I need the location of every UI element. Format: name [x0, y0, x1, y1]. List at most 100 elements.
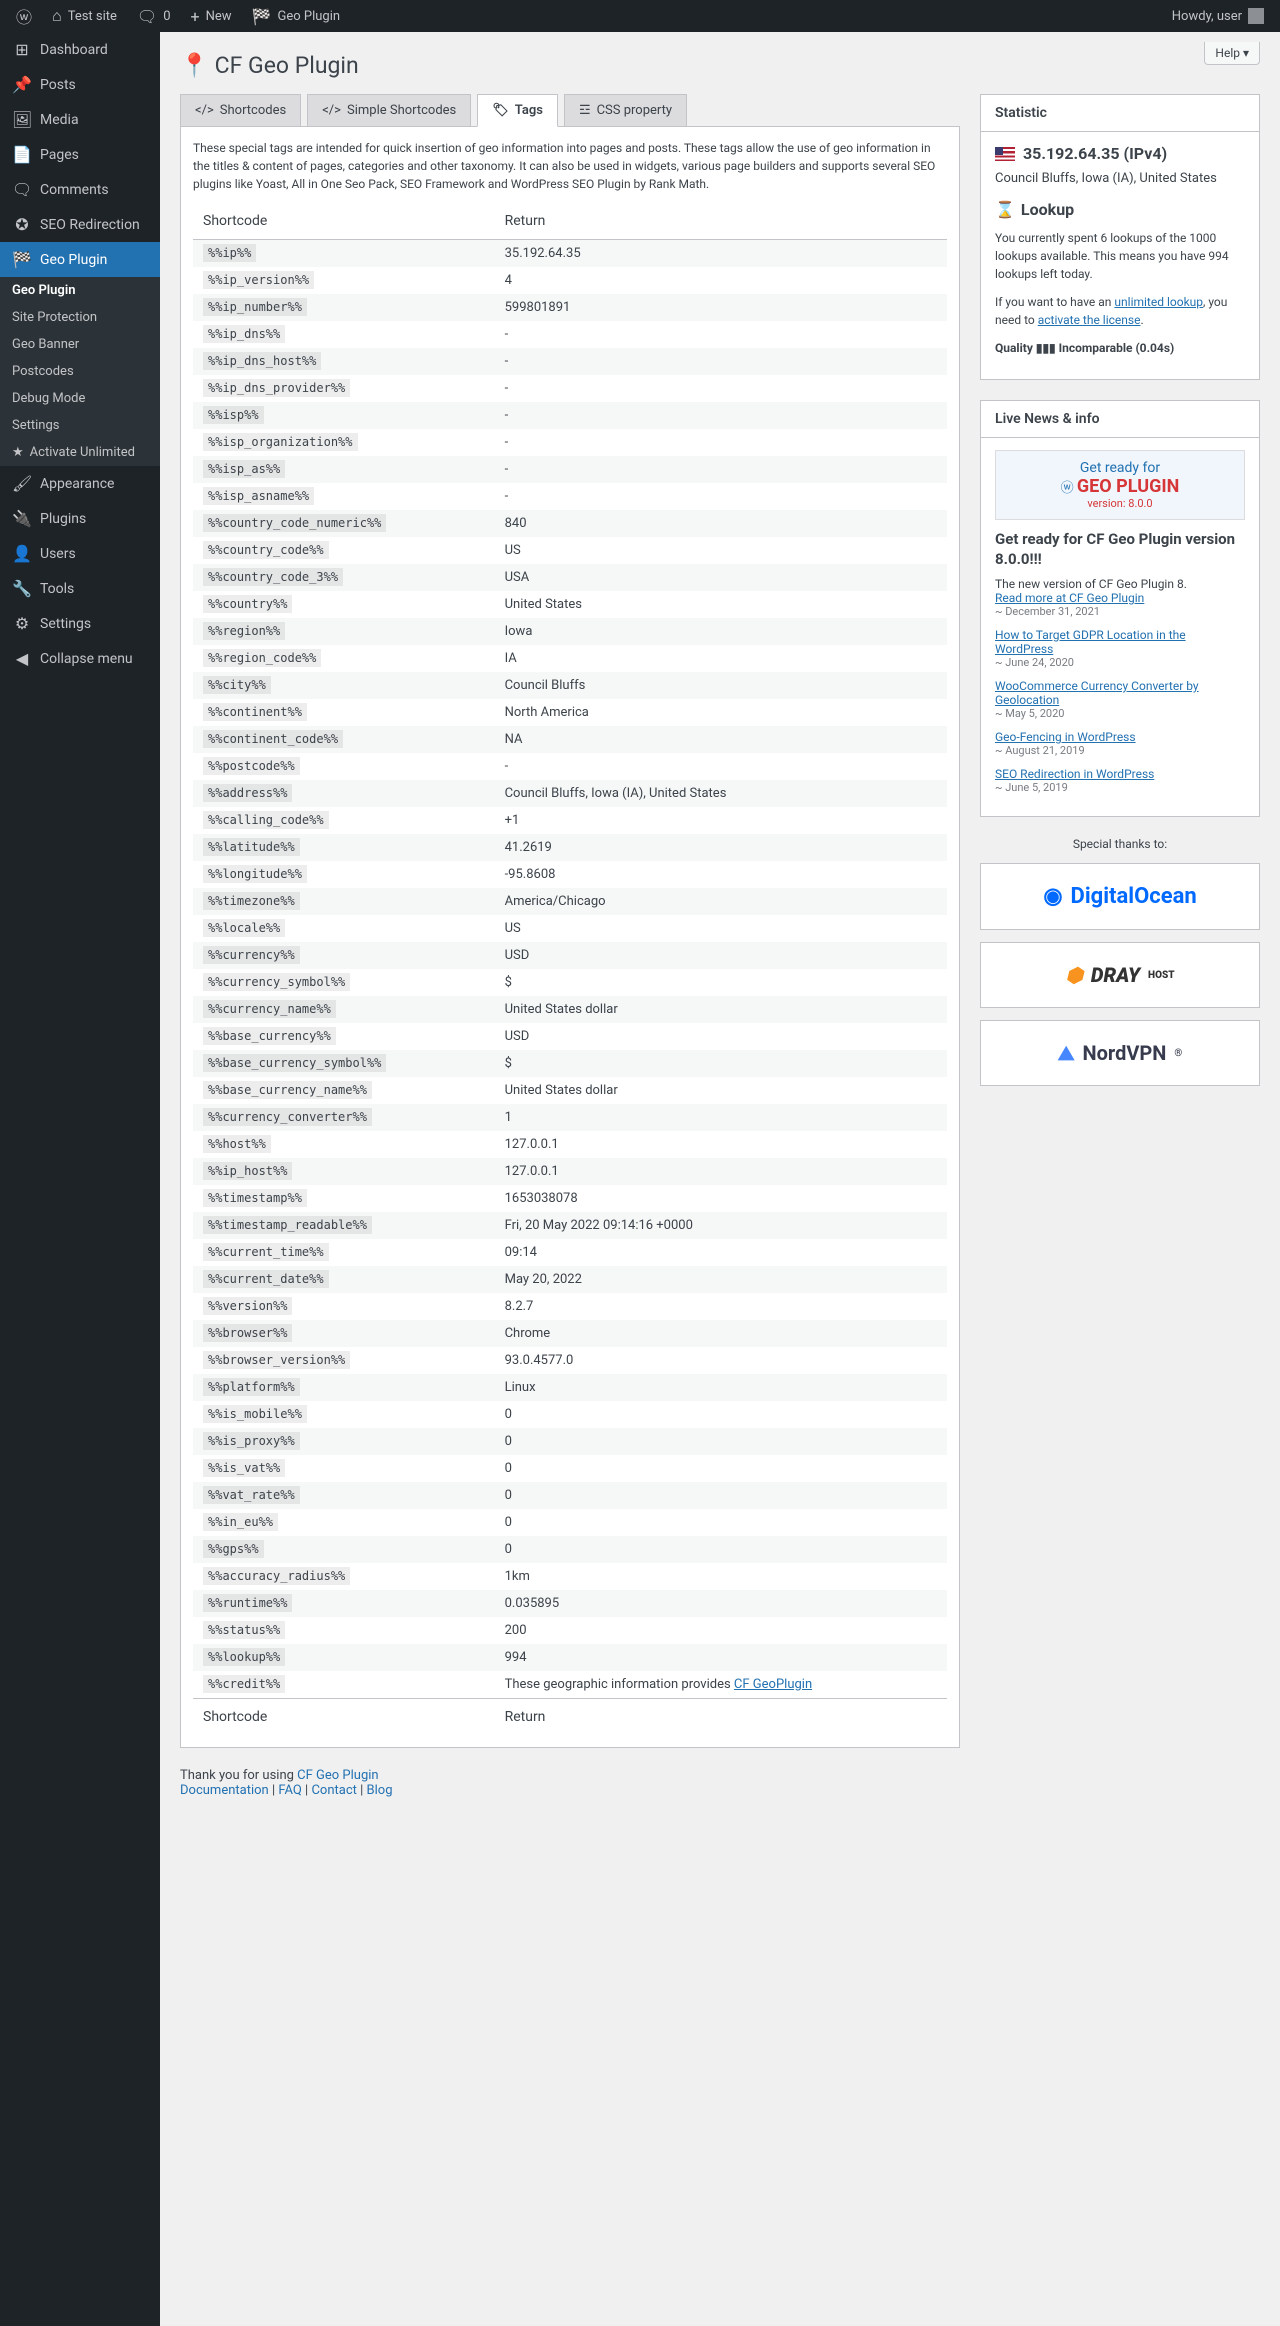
menu-settings[interactable]: ⚙Settings: [0, 606, 160, 641]
table-row: %%region%%Iowa: [193, 618, 947, 645]
shortcode-cell: %%lookup%%: [193, 1644, 495, 1671]
footer-contact-link[interactable]: Contact: [311, 1783, 356, 1798]
return-cell: 127.0.0.1: [495, 1131, 947, 1158]
shortcode-cell: %%base_currency_symbol%%: [193, 1050, 495, 1077]
footer-faq-link[interactable]: FAQ: [278, 1783, 301, 1798]
statistic-heading: Statistic: [981, 95, 1259, 132]
return-cell: America/Chicago: [495, 888, 947, 915]
unlimited-link[interactable]: unlimited lookup: [1114, 295, 1203, 309]
howdy-text: Howdy, user: [1172, 9, 1242, 24]
shortcode-cell: %%isp_asname%%: [193, 483, 495, 510]
submenu-settings[interactable]: Settings: [0, 412, 160, 439]
shortcode-cell: %%timestamp%%: [193, 1185, 495, 1212]
help-button[interactable]: Help ▾: [1204, 42, 1260, 65]
sponsor-nordvpn[interactable]: ⛰NordVPN®: [980, 1020, 1260, 1086]
wp-logo[interactable]: ⓦ: [8, 0, 40, 32]
menu-media[interactable]: 🖼Media: [0, 102, 160, 137]
news-link[interactable]: How to Target GDPR Location in the WordP…: [995, 628, 1186, 656]
comment-icon: 🗨: [137, 7, 157, 26]
return-cell: 1: [495, 1104, 947, 1131]
news-link[interactable]: WooCommerce Currency Converter by Geoloc…: [995, 679, 1199, 707]
table-row: %%isp_asname%%-: [193, 483, 947, 510]
table-row: %%in_eu%%0: [193, 1509, 947, 1536]
menu-geo[interactable]: 🏁Geo Plugin: [0, 242, 160, 277]
plus-icon: +: [191, 7, 200, 26]
table-row: %%country_code_numeric%%840: [193, 510, 947, 537]
flag-icon: 🏁: [12, 250, 32, 269]
shortcode-cell: %%calling_code%%: [193, 807, 495, 834]
activate-link[interactable]: activate the license: [1038, 313, 1141, 327]
menu-pages[interactable]: 📄Pages: [0, 137, 160, 172]
table-row: %%runtime%%0.035895: [193, 1590, 947, 1617]
main-content: Help ▾ 📍CF Geo Plugin </>Shortcodes </>S…: [160, 32, 1280, 2326]
shortcode-cell: %%accuracy_radius%%: [193, 1563, 495, 1590]
return-cell: US: [495, 915, 947, 942]
news-readmore-link[interactable]: Read more at CF Geo Plugin: [995, 591, 1144, 605]
credit-link[interactable]: CF GeoPlugin: [734, 1677, 812, 1692]
submenu-debug[interactable]: Debug Mode: [0, 385, 160, 412]
shortcode-cell: %%continent%%: [193, 699, 495, 726]
return-cell: May 20, 2022: [495, 1266, 947, 1293]
shortcode-cell: %%currency_symbol%%: [193, 969, 495, 996]
footer-plugin-link[interactable]: CF Geo Plugin: [297, 1768, 378, 1783]
sponsor-drayhost[interactable]: ⬢DRAYHOST: [980, 942, 1260, 1008]
news-link[interactable]: SEO Redirection in WordPress: [995, 767, 1154, 781]
new-link[interactable]: +New: [183, 0, 240, 32]
shortcode-cell: %%ip_host%%: [193, 1158, 495, 1185]
news-link[interactable]: Geo-Fencing in WordPress: [995, 730, 1136, 744]
return-cell: United States dollar: [495, 1077, 947, 1104]
site-link[interactable]: ⌂Test site: [44, 0, 125, 32]
return-cell: 0: [495, 1455, 947, 1482]
table-row: %%isp_organization%%-: [193, 429, 947, 456]
comments-link[interactable]: 🗨0: [129, 0, 179, 32]
return-cell: 200: [495, 1617, 947, 1644]
menu-tools[interactable]: 🔧Tools: [0, 571, 160, 606]
shortcode-cell: %%isp%%: [193, 402, 495, 429]
tab-shortcodes[interactable]: </>Shortcodes: [180, 94, 301, 126]
tab-description: These special tags are intended for quic…: [193, 139, 947, 193]
submenu-postcodes[interactable]: Postcodes: [0, 358, 160, 385]
shortcode-cell: %%in_eu%%: [193, 1509, 495, 1536]
submenu-geo-plugin[interactable]: Geo Plugin: [0, 277, 160, 304]
tab-tags[interactable]: 🏷Tags: [477, 94, 558, 127]
shortcode-cell: %%is_proxy%%: [193, 1428, 495, 1455]
news-heading: Live News & info: [981, 401, 1259, 438]
table-row: %%currency_converter%%1: [193, 1104, 947, 1131]
tab-simple-shortcodes[interactable]: </>Simple Shortcodes: [307, 94, 471, 126]
footer-doc-link[interactable]: Documentation: [180, 1783, 269, 1798]
submenu-activate[interactable]: ★Activate Unlimited: [0, 439, 160, 466]
shortcode-cell: %%status%%: [193, 1617, 495, 1644]
shortcode-cell: %%continent_code%%: [193, 726, 495, 753]
tab-content: These special tags are intended for quic…: [180, 126, 960, 1748]
menu-collapse[interactable]: ◀Collapse menu: [0, 641, 160, 676]
menu-dashboard[interactable]: ⊞Dashboard: [0, 32, 160, 67]
return-cell: 93.0.4577.0: [495, 1347, 947, 1374]
return-cell: United States: [495, 591, 947, 618]
return-cell: -: [495, 321, 947, 348]
menu-plugins[interactable]: 🔌Plugins: [0, 501, 160, 536]
geo-plugin-link[interactable]: 🏁Geo Plugin: [244, 0, 348, 32]
css-icon: ☲: [579, 103, 591, 118]
shortcode-cell: %%currency%%: [193, 942, 495, 969]
submenu-site-protection[interactable]: Site Protection: [0, 304, 160, 331]
shortcode-cell: %%region%%: [193, 618, 495, 645]
table-row: %%ip_number%%599801891: [193, 294, 947, 321]
menu-users[interactable]: 👤Users: [0, 536, 160, 571]
shortcode-cell: %%is_vat%%: [193, 1455, 495, 1482]
return-cell: Council Bluffs: [495, 672, 947, 699]
menu-posts[interactable]: 📌Posts: [0, 67, 160, 102]
menu-appearance[interactable]: 🖌Appearance: [0, 466, 160, 501]
tab-css[interactable]: ☲CSS property: [564, 94, 687, 126]
menu-seo[interactable]: ✪SEO Redirection: [0, 207, 160, 242]
table-row: %%continent_code%%NA: [193, 726, 947, 753]
submenu-geo: Geo Plugin Site Protection Geo Banner Po…: [0, 277, 160, 466]
user-menu[interactable]: Howdy, user: [1164, 0, 1272, 32]
statistic-panel: Statistic 35.192.64.35 (IPv4) Council Bl…: [980, 94, 1260, 380]
table-row: %%postcode%%-: [193, 753, 947, 780]
shortcode-cell: %%ip%%: [193, 240, 495, 268]
shortcode-cell: %%browser_version%%: [193, 1347, 495, 1374]
footer-blog-link[interactable]: Blog: [367, 1783, 393, 1798]
menu-comments[interactable]: 🗨Comments: [0, 172, 160, 207]
submenu-geo-banner[interactable]: Geo Banner: [0, 331, 160, 358]
sponsor-digitalocean[interactable]: ◉DigitalOcean: [980, 863, 1260, 930]
